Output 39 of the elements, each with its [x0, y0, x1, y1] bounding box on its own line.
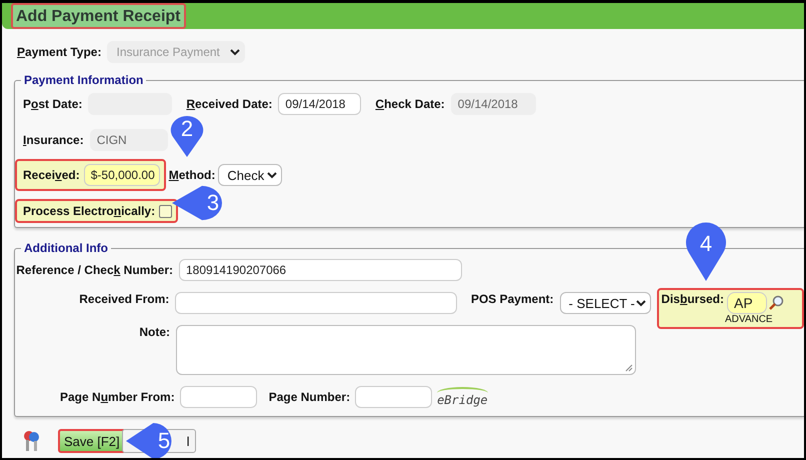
- checkbox[interactable]: [159, 204, 172, 218]
- method-select[interactable]: Check: [218, 164, 282, 186]
- received-date-field[interactable]: 09/14/2018: [278, 93, 362, 115]
- resize-grip-icon: [625, 364, 633, 372]
- section-legend: Additional Info: [21, 241, 111, 255]
- reference-number-field[interactable]: 180914190207066: [179, 259, 462, 281]
- field-label: Page Number From:: [60, 390, 175, 404]
- field-label: Method:: [168, 168, 216, 182]
- page-number-field[interactable]: [355, 386, 432, 408]
- field-label: Received Date:: [186, 97, 272, 111]
- field-label: Received:: [23, 168, 80, 182]
- chevron-down-icon: [267, 171, 278, 179]
- disbursed-field[interactable]: AP: [727, 292, 767, 314]
- field-label: Post Date:: [23, 97, 82, 111]
- logo: eBridge: [437, 387, 488, 407]
- field-label: Disbursed:: [661, 292, 724, 306]
- pos-payment-select[interactable]: - SELECT -: [560, 292, 652, 314]
- section-legend: Payment Information: [21, 73, 146, 87]
- callout-marker: 4: [685, 221, 727, 281]
- received-from-field[interactable]: [175, 292, 457, 314]
- callout-marker: 2: [170, 115, 204, 157]
- field-label: Reference / Check Number:: [15, 263, 173, 277]
- disbursed-caption: ADVANCE: [725, 314, 773, 325]
- field-label: Process Electronically:: [23, 204, 156, 218]
- field-label: Check Date:: [375, 97, 445, 111]
- page-number-from-field[interactable]: [180, 386, 257, 408]
- save-button[interactable]: Save [F2]: [58, 429, 126, 453]
- field-label: Note:: [138, 325, 170, 339]
- received-amount-field[interactable]: $-50,000.00: [84, 164, 160, 186]
- field-label: Received From:: [78, 292, 170, 306]
- field-label: Payment Type:: [17, 45, 102, 59]
- window-title: Add Payment Receipt: [11, 3, 186, 29]
- chevron-down-icon: [230, 48, 240, 56]
- field-label: POS Payment:: [470, 292, 554, 306]
- field-label: Page Number:: [268, 390, 350, 404]
- chevron-down-icon: [636, 299, 646, 307]
- field-label: Insurance:: [23, 133, 84, 147]
- note-field[interactable]: [176, 325, 636, 375]
- search-icon[interactable]: [768, 295, 784, 311]
